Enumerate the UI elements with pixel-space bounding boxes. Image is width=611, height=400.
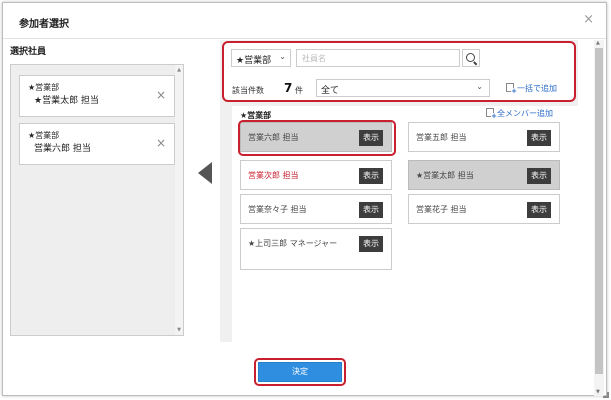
show-button[interactable]: 表示: [527, 202, 551, 218]
scroll-up-icon[interactable]: ▲: [596, 40, 600, 46]
show-button[interactable]: 表示: [359, 236, 383, 252]
show-button[interactable]: 表示: [527, 130, 551, 146]
add-document-icon: [486, 108, 497, 120]
member-card[interactable]: ★営業太郎 担当 表示: [408, 160, 560, 190]
selected-employee-name: 営業六郎 担当: [34, 144, 91, 154]
highlighted-member-outline: [238, 120, 396, 156]
remove-icon[interactable]: ×: [156, 88, 166, 102]
scroll-down-icon[interactable]: ▼: [596, 389, 600, 395]
department-select-value: ★営業部: [236, 56, 272, 66]
close-icon[interactable]: ×: [583, 13, 594, 26]
remove-icon[interactable]: ×: [156, 136, 166, 150]
chevron-down-icon: ⌄: [476, 82, 483, 91]
member-search-panel: ★営業部 ⌄ 該当件数 7 件 全て ⌄ 一括で追加 ★営業部 全メンバー追加 …: [220, 40, 578, 342]
selected-employee-card: ★営業部 営業六郎 担当 ×: [19, 123, 175, 165]
scrollbar-thumb[interactable]: [595, 48, 603, 374]
dialog-title: 参加者選択: [19, 19, 69, 30]
member-name: 営業次郎 担当: [248, 171, 299, 180]
match-count-unit: 件: [295, 86, 303, 95]
selected-employee-dept: ★営業部: [28, 131, 60, 140]
show-button[interactable]: 表示: [527, 168, 551, 184]
member-name: ★上司三郎 マネージャー: [248, 239, 338, 248]
selected-employee-card: ★営業部 ★営業太郎 担当 ×: [19, 75, 175, 117]
scroll-up-icon[interactable]: ▲: [176, 67, 182, 73]
show-button[interactable]: 表示: [359, 202, 383, 218]
bulk-add-label: 一括で追加: [517, 84, 557, 93]
member-name: 営業奈々子 担当: [248, 205, 307, 214]
bulk-add-link[interactable]: 一括で追加: [506, 83, 557, 95]
add-all-members-label: 全メンバー追加: [497, 109, 553, 118]
member-card[interactable]: 営業奈々子 担当 表示: [240, 194, 392, 224]
member-name: ★営業太郎 担当: [416, 171, 474, 180]
selected-employees-list: ★営業部 ★営業太郎 担当 × ★営業部 営業六郎 担当 × ▲ ▼: [10, 64, 184, 336]
add-all-members-link[interactable]: 全メンバー追加: [486, 108, 553, 120]
search-button[interactable]: [462, 49, 480, 67]
scope-select-value: 全て: [321, 86, 340, 96]
title-bar: 参加者選択 ×: [3, 3, 606, 39]
member-card[interactable]: 営業次郎 担当 表示: [240, 160, 392, 190]
resize-grip-icon[interactable]: [603, 392, 609, 398]
member-name: 営業五郎 担当: [416, 133, 467, 142]
scope-select[interactable]: 全て ⌄: [316, 79, 490, 97]
member-card[interactable]: 営業五郎 担当 表示: [408, 122, 560, 152]
match-count-label: 該当件数: [232, 86, 264, 95]
show-button[interactable]: 表示: [359, 168, 383, 184]
member-card[interactable]: ★上司三郎 マネージャー 表示: [240, 228, 392, 270]
dialog-scrollbar[interactable]: ▲ ▼: [594, 40, 604, 396]
add-document-icon: [506, 83, 517, 95]
selected-employee-name: ★営業太郎 担当: [34, 96, 99, 106]
chevron-down-icon: ⌄: [279, 52, 286, 61]
scroll-down-icon[interactable]: ▼: [176, 327, 182, 333]
department-select[interactable]: ★営業部 ⌄: [231, 49, 291, 67]
selected-employee-dept: ★営業部: [28, 83, 60, 92]
decide-button[interactable]: 決定: [258, 362, 342, 382]
match-count-value: 7: [284, 81, 293, 95]
employee-name-input[interactable]: [296, 49, 460, 67]
move-left-arrow-icon[interactable]: [198, 162, 212, 184]
left-scrollbar[interactable]: ▲ ▼: [175, 65, 183, 335]
filter-box: ★営業部 ⌄ 該当件数 7 件 全て ⌄ 一括で追加: [222, 41, 576, 102]
selected-employees-label: 選択社員: [10, 47, 47, 57]
member-name: 営業花子 担当: [416, 205, 467, 214]
member-card[interactable]: 営業花子 担当 表示: [408, 194, 560, 224]
